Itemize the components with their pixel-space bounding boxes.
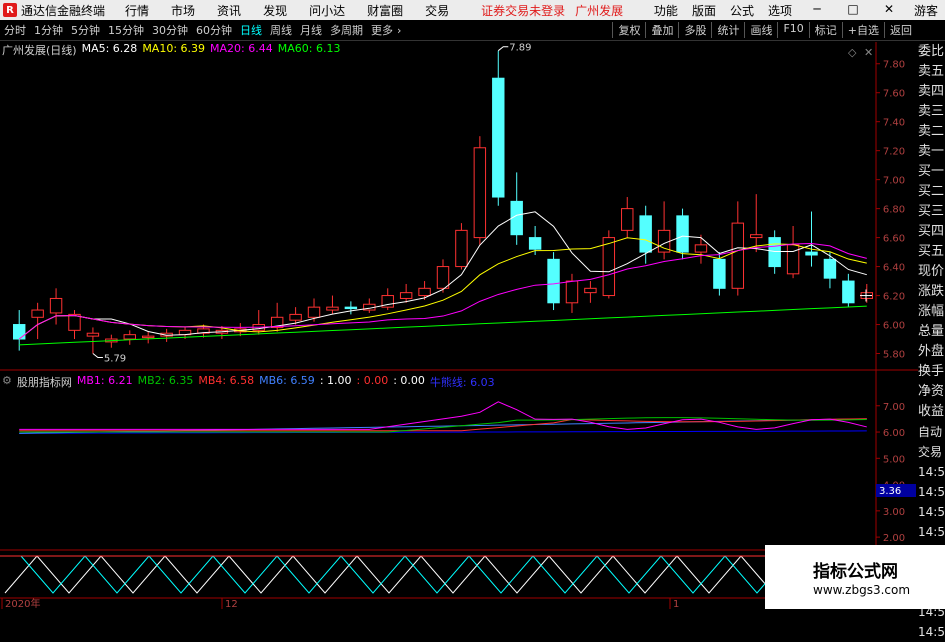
candle-body bbox=[731, 222, 745, 289]
zigzag-band bbox=[0, 555, 860, 594]
brand-url: www.zbgs3.com bbox=[813, 583, 911, 597]
candle-body bbox=[344, 306, 358, 310]
price-tick-label: 6.20 bbox=[883, 292, 905, 303]
brand-title: 指标公式网 bbox=[813, 562, 898, 582]
candle-body bbox=[436, 266, 450, 289]
indicator-tick-label: 7.00 bbox=[883, 402, 905, 413]
candle-body bbox=[399, 292, 413, 299]
candle-body bbox=[326, 306, 339, 311]
candle-body bbox=[418, 287, 431, 297]
candlestick-series bbox=[13, 50, 873, 354]
price-tick-label: 6.40 bbox=[883, 263, 905, 274]
candle-body bbox=[805, 251, 818, 256]
candle-body bbox=[289, 313, 302, 321]
chart-settings-icon: ◇ bbox=[848, 46, 857, 59]
candle-body bbox=[565, 280, 579, 304]
kline-chart[interactable]: 7.80 7.60 7.40 7.20 7.00 6.80 6.60 6.40 6.20 6.00… bbox=[0, 0, 945, 609]
axis-labels: 7.80 7.60 7.40 7.20 7.00 6.80 6.60 6.40 6.20 6.00… bbox=[1, 43, 916, 609]
candle-body bbox=[86, 332, 100, 337]
low-price-label: 5.79 bbox=[104, 354, 126, 365]
candle-body bbox=[602, 237, 616, 297]
candle-body bbox=[141, 335, 155, 339]
chart-close-icon: ✕ bbox=[864, 46, 873, 59]
candle-body bbox=[473, 147, 487, 239]
price-tick-label: 7.00 bbox=[883, 176, 905, 187]
candle-body bbox=[307, 306, 321, 318]
candle-body bbox=[13, 324, 26, 340]
price-tick-label: 7.20 bbox=[883, 147, 905, 158]
indicator-lines bbox=[19, 401, 867, 434]
candle-body bbox=[750, 234, 763, 239]
candle-body bbox=[49, 297, 63, 314]
mb1-line bbox=[19, 401, 867, 430]
candle-body bbox=[123, 334, 136, 340]
chart-grid bbox=[0, 42, 918, 600]
high-marker bbox=[497, 46, 509, 52]
indicator-tick-label: 6.00 bbox=[883, 428, 905, 439]
candle-body bbox=[621, 208, 634, 231]
candle-body bbox=[676, 215, 689, 253]
price-tick-label: 5.80 bbox=[883, 350, 905, 361]
indicator-marker-label: 3.36 bbox=[879, 486, 901, 497]
price-tick-label: 7.40 bbox=[883, 118, 905, 129]
candle-body bbox=[455, 229, 468, 268]
date-label: 1 bbox=[673, 599, 679, 609]
candle-body bbox=[713, 258, 726, 289]
price-tick-label: 7.80 bbox=[883, 60, 905, 71]
indicator-tick-label: 5.00 bbox=[883, 454, 905, 465]
indicator-tick-label: 2.00 bbox=[883, 533, 905, 544]
candle-body bbox=[68, 313, 81, 331]
candle-body bbox=[694, 244, 708, 253]
candle-body bbox=[786, 244, 800, 275]
side-panel-item[interactable]: 14:56 bbox=[918, 622, 945, 642]
candle-body bbox=[528, 237, 542, 250]
candle-body bbox=[823, 258, 837, 279]
indicator-tick-label: 3.00 bbox=[883, 507, 905, 518]
low-marker bbox=[92, 353, 103, 359]
high-price-label: 7.89 bbox=[509, 43, 531, 54]
candle-body bbox=[842, 280, 855, 304]
date-label: 12 bbox=[225, 599, 238, 609]
candle-body bbox=[584, 287, 597, 294]
candle-body bbox=[31, 309, 44, 318]
date-label: 2020年 bbox=[5, 597, 40, 609]
candle-body bbox=[657, 229, 671, 253]
price-tick-label: 6.80 bbox=[883, 205, 905, 216]
price-tick-label: 7.60 bbox=[883, 89, 905, 100]
price-tick-label: 6.60 bbox=[883, 234, 905, 245]
candle-body bbox=[547, 258, 560, 304]
price-tick-label: 6.00 bbox=[883, 321, 905, 332]
candle-body bbox=[639, 215, 652, 253]
brand-watermark: 指标公式网 www.zbgs3.com bbox=[765, 545, 945, 609]
candle-body bbox=[768, 237, 781, 268]
candle-body bbox=[492, 77, 505, 198]
